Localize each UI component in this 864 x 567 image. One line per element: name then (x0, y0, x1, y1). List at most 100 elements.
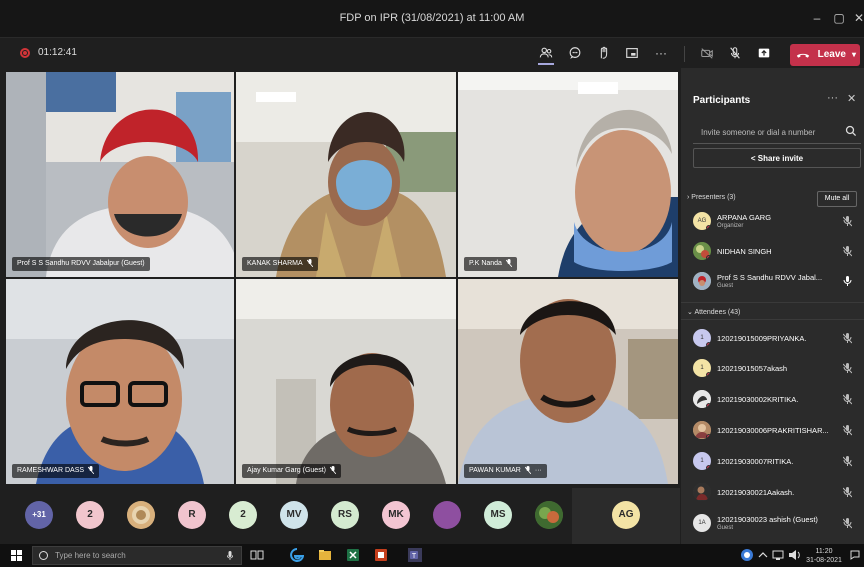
mic-off-icon (329, 466, 336, 475)
video-feed (236, 72, 456, 277)
participant-row[interactable]: AG ARPANA GARG Organizer (693, 208, 863, 234)
participant-name: 120219030002KRITIKA. (717, 395, 799, 404)
video-tile-pawan-kumar[interactable]: PAWAN KUMAR ··· (458, 279, 678, 484)
avatar[interactable] (535, 501, 563, 529)
mic-icon[interactable] (227, 551, 233, 560)
teams-meeting-window: FDP on IPR (31/08/2021) at 11:00 AM – ▢ … (0, 0, 864, 567)
maximize-button[interactable]: ▢ (830, 10, 848, 26)
mic-off-icon (306, 259, 313, 268)
participant-row[interactable]: 120219030006PRAKRITISHAR... (693, 417, 863, 443)
avatar-photo (127, 501, 155, 529)
avatar[interactable]: MV (280, 501, 308, 529)
video-tile-sandhu[interactable]: Prof S S Sandhu RDVV Jabalpur (Guest) (6, 72, 234, 277)
share-invite-button[interactable]: < Share invite (693, 148, 861, 168)
video-tile-kanak-sharma[interactable]: KANAK SHARMA (236, 72, 456, 277)
camera-off-button[interactable] (697, 44, 717, 62)
mic-off-icon (524, 466, 531, 475)
task-view-icon[interactable] (250, 548, 264, 562)
avatar-initials: 1 (700, 365, 704, 371)
panel-more-button[interactable]: ··· (827, 92, 838, 104)
edge-browser-icon[interactable] (290, 548, 304, 562)
participant-row[interactable]: NIDHAN SINGH (693, 238, 863, 264)
avatar: 1 (693, 329, 711, 347)
close-button[interactable]: ✕ (850, 10, 864, 26)
avatar-initials: 1 (700, 458, 704, 464)
avatar[interactable]: MK (382, 501, 410, 529)
video-feed (458, 72, 678, 277)
file-explorer-icon[interactable] (318, 548, 332, 562)
avatar (693, 483, 711, 501)
video-tile-ajay-kumar-garg[interactable]: Ajay Kumar Garg (Guest) (236, 279, 456, 484)
participant-name-tag: RAMESHWAR DASS (12, 464, 100, 478)
avatar[interactable] (433, 501, 461, 529)
invite-search (693, 122, 861, 144)
participant-avatar-strip: +31 2 R 2 MV RS MK MS AG (0, 488, 680, 544)
chevron-up-icon[interactable] (758, 548, 768, 562)
chat-button[interactable] (565, 44, 585, 62)
participant-name: 120219030021Aakash. (717, 488, 795, 497)
video-tile-rameshwar-dass[interactable]: RAMESHWAR DASS (6, 279, 234, 484)
share-screen-button[interactable] (754, 44, 774, 62)
attendees-header[interactable]: ⌄ Attendees (43) (687, 308, 740, 316)
avatar (693, 272, 711, 290)
taskbar-clock[interactable]: 11:20 31-08-2021 (804, 547, 844, 565)
mic-off-icon (843, 425, 852, 436)
leave-button[interactable]: Leave ▾ (790, 44, 860, 66)
participant-row[interactable]: 1 120219030007RITIKA. (693, 448, 863, 474)
windows-start-icon[interactable] (11, 550, 22, 561)
participant-name: 120219015009PRIYANKA. (717, 334, 807, 343)
avatar: 1 (693, 452, 711, 470)
avatar[interactable]: 2 (76, 501, 104, 529)
tile-more-options[interactable]: ··· (535, 467, 542, 474)
reactions-button[interactable] (594, 44, 614, 62)
invite-input[interactable] (701, 123, 841, 142)
avatar[interactable]: 2 (229, 501, 257, 529)
participant-row[interactable]: 1A 120219030023 ashish (Guest) Guest (693, 510, 863, 536)
leave-label: Leave (817, 49, 846, 60)
video-tile-pk-nanda[interactable]: P.K Nanda (458, 72, 678, 277)
mic-off-icon (843, 456, 852, 467)
presenters-header-label: Presenters (3) (691, 194, 736, 201)
avatar[interactable]: MS (484, 501, 512, 529)
participant-row[interactable]: 120219030021Aakash. (693, 479, 863, 505)
participant-name-tag: KANAK SHARMA (242, 257, 318, 271)
powerpoint-icon[interactable] (374, 548, 388, 562)
taskbar-search (32, 546, 242, 565)
show-participants-button[interactable] (536, 44, 556, 65)
excel-icon[interactable] (346, 548, 360, 562)
share-invite-label: Share invite (757, 154, 804, 163)
notifications-icon[interactable] (850, 550, 860, 560)
more-actions-button[interactable]: ··· (651, 44, 671, 62)
panel-close-button[interactable]: ✕ (847, 92, 856, 105)
participant-row[interactable]: 120219030002KRITIKA. (693, 386, 863, 412)
participant-row[interactable]: 1 120219015009PRIYANKA. (693, 325, 863, 351)
minimize-button[interactable]: – (808, 10, 826, 26)
avatar-initials: 1A (698, 520, 706, 526)
self-avatar[interactable]: AG (612, 501, 640, 529)
share-tray-icon (758, 48, 770, 58)
rooms-button[interactable] (622, 44, 642, 62)
chevron-down-icon[interactable]: ▾ (852, 44, 856, 66)
search-icon[interactable] (845, 125, 857, 137)
window-title: FDP on IPR (31/08/2021) at 11:00 AM (339, 12, 525, 24)
participant-name-tag: Ajay Kumar Garg (Guest) (242, 464, 341, 478)
overflow-count[interactable]: +31 (25, 501, 53, 529)
mute-all-button[interactable]: Mute all (817, 191, 857, 207)
video-feed (236, 279, 456, 484)
avatar (693, 242, 711, 260)
mic-off-button[interactable] (725, 44, 745, 62)
volume-icon[interactable] (788, 548, 802, 562)
avatar[interactable]: R (178, 501, 206, 529)
mic-off-icon (88, 466, 95, 475)
teams-icon[interactable]: T (408, 548, 422, 562)
participant-row[interactable]: 1 120219015057akash (693, 355, 863, 381)
presenters-header[interactable]: › Presenters (3) (687, 194, 736, 201)
avatar[interactable]: RS (331, 501, 359, 529)
avatar (693, 390, 711, 408)
weather-icon[interactable] (740, 548, 754, 562)
network-icon[interactable] (772, 548, 786, 562)
share-icon: < (750, 154, 756, 163)
taskbar-search-input[interactable] (55, 549, 205, 562)
participant-row[interactable]: Prof S S Sandhu RDVV Jabal... Guest (693, 268, 863, 294)
avatar[interactable] (127, 501, 155, 529)
